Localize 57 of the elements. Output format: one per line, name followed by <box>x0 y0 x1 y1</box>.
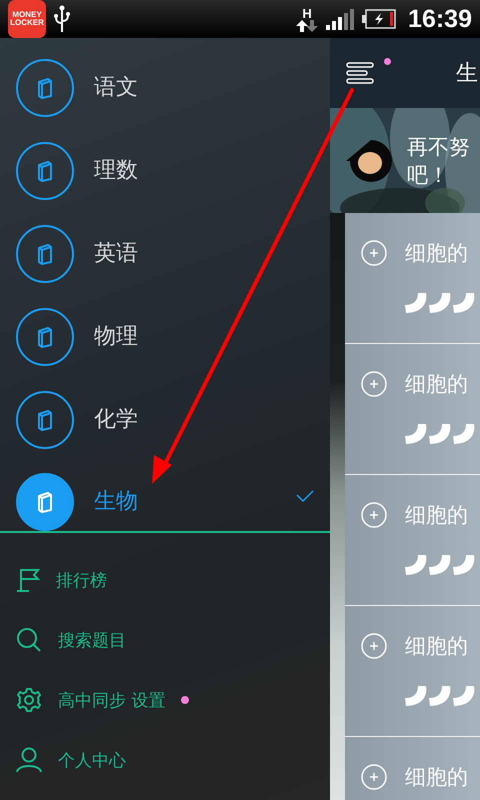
banana-icon <box>429 555 451 575</box>
menu-label: 高中同步 设置 <box>58 690 166 712</box>
book-icon <box>37 242 53 264</box>
data-arrows-icon <box>296 20 318 32</box>
menu-label: 排行榜 <box>56 570 107 592</box>
card-title: 细胞的 <box>405 502 468 529</box>
book-icon <box>37 326 53 348</box>
add-icon[interactable] <box>361 371 387 397</box>
card-title: 细胞的 <box>405 240 468 267</box>
card-title: 细胞的 <box>405 633 468 660</box>
book-icon <box>37 160 53 182</box>
check-icon <box>296 490 314 502</box>
menu-item[interactable]: 个人中心 <box>0 730 330 790</box>
network-type: H <box>302 6 312 20</box>
search-icon <box>16 627 42 653</box>
banana-icon <box>405 293 427 313</box>
page-title: 生 <box>456 60 478 88</box>
banana-icon <box>405 424 427 444</box>
card-title: 细胞的 <box>405 764 468 791</box>
book-icon <box>37 408 53 430</box>
subject-item[interactable]: 语文 <box>0 46 330 129</box>
app-icon: MONEY LOCKER <box>8 0 46 38</box>
subject-item[interactable]: 理数 <box>0 129 330 212</box>
menu-item[interactable]: 搜索题目 <box>0 610 330 670</box>
book-icon <box>37 491 53 513</box>
signal-icon <box>326 8 354 30</box>
banana-icon <box>453 293 475 313</box>
menu-label: 个人中心 <box>58 750 126 772</box>
banana-icon <box>453 686 475 706</box>
banana-icon <box>429 686 451 706</box>
settings-icon <box>16 687 42 713</box>
usb-icon <box>54 5 72 33</box>
banana-icon <box>405 686 427 706</box>
avatar-icon <box>346 138 392 184</box>
subject-item[interactable]: 物理 <box>0 295 330 378</box>
add-icon[interactable] <box>361 240 387 266</box>
banana-icon <box>453 424 475 444</box>
menu-icon[interactable] <box>346 62 374 84</box>
motivation-text: 再不努 吧！ <box>407 134 470 188</box>
menu-label: 搜索题目 <box>58 630 126 652</box>
add-icon[interactable] <box>361 502 387 528</box>
menu-item[interactable]: 排行榜 <box>0 550 330 610</box>
banana-icon <box>405 555 427 575</box>
subject-item[interactable]: 化学 <box>0 378 330 461</box>
banana-icon <box>429 424 451 444</box>
card-title: 细胞的 <box>405 371 468 398</box>
banana-icon <box>429 293 451 313</box>
clock-time: 16:39 <box>408 6 472 32</box>
flag-icon <box>16 567 40 593</box>
person-icon <box>16 747 42 773</box>
battery-icon <box>362 9 396 29</box>
banana-icon <box>453 555 475 575</box>
menu-item[interactable]: 高中同步 设置 <box>0 670 330 730</box>
add-icon[interactable] <box>361 633 387 659</box>
add-icon[interactable] <box>361 764 387 790</box>
subject-item[interactable]: 英语 <box>0 212 330 295</box>
book-icon <box>37 76 53 98</box>
